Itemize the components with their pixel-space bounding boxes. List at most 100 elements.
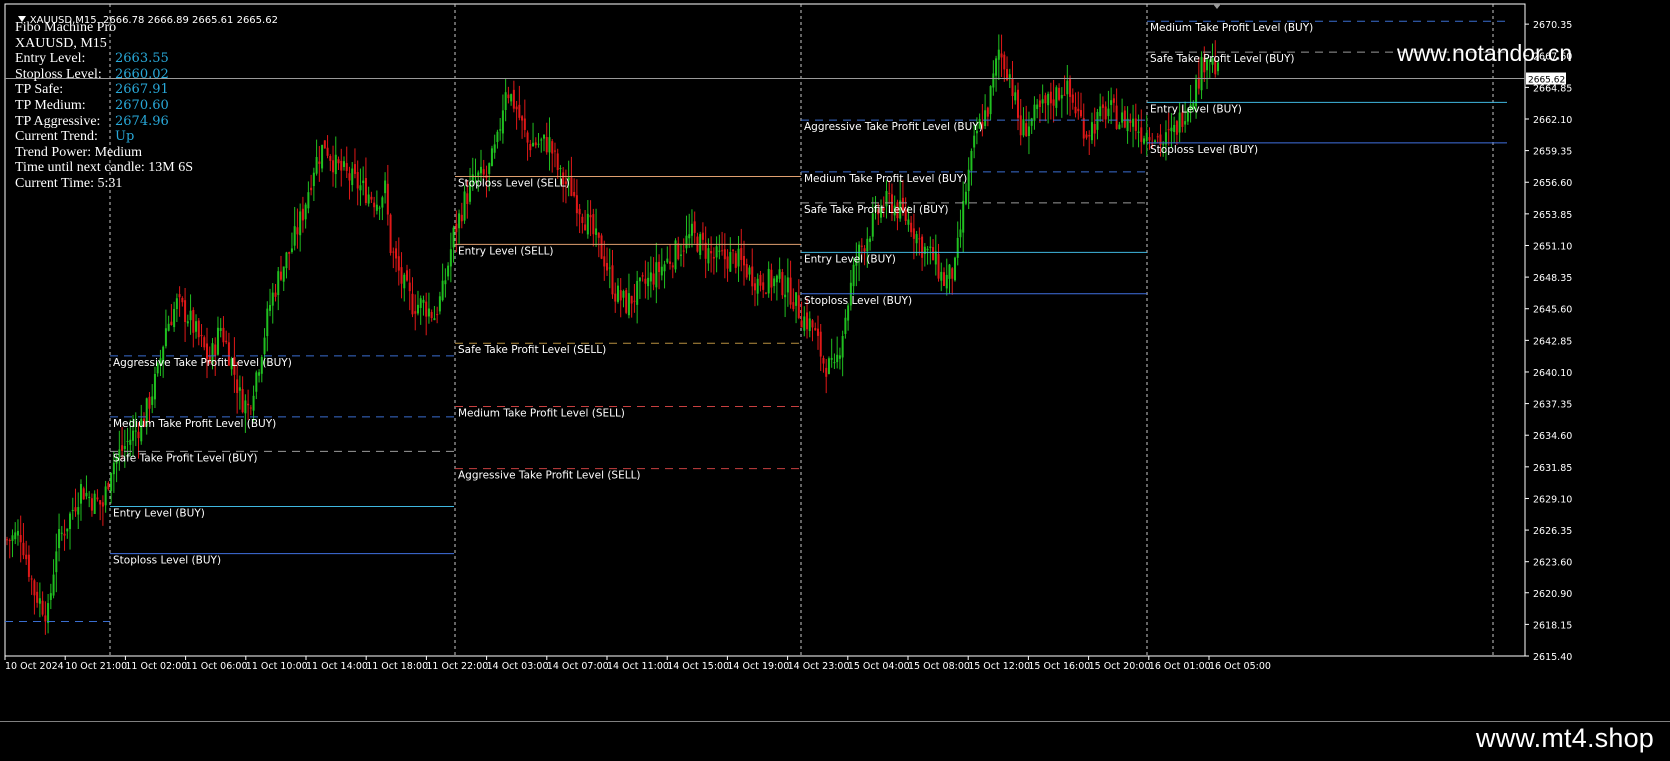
candle-body	[164, 328, 167, 347]
candle-body	[1077, 108, 1080, 112]
candle-body	[669, 261, 672, 264]
candle-body	[400, 267, 403, 284]
candle-body	[816, 328, 819, 336]
candle-body	[1156, 136, 1159, 138]
candle-body	[241, 389, 244, 413]
candle-body	[441, 280, 444, 301]
chart-window[interactable]: Aggressive Take Profit Level (BUY) Medium…	[0, 0, 1670, 722]
candle-body	[592, 214, 595, 235]
indicator-info-panel: Fibo Machine Pro XAUUSD, M15 Entry Level…	[15, 20, 193, 192]
candle-body	[444, 280, 447, 285]
y-tick-label: 2618.15	[1533, 620, 1572, 631]
candle-body	[614, 293, 617, 302]
fibo-level-label: Medium Take Profit Level (SELL)	[458, 407, 625, 419]
candle-body	[408, 282, 411, 292]
candle-body	[340, 160, 343, 171]
candle-body	[603, 256, 606, 267]
candle-body	[290, 248, 293, 252]
candle-body	[721, 250, 724, 252]
candle-body	[822, 357, 825, 364]
candle-body	[1121, 112, 1124, 123]
info-value: 2674.96	[115, 113, 169, 129]
candle-body	[797, 295, 800, 318]
info-row-stoploss: Stoploss Level: 2660.02	[15, 67, 193, 83]
candle-body	[1027, 126, 1030, 137]
candle-body	[734, 253, 737, 268]
candle-body	[1115, 105, 1118, 129]
candle-body	[367, 194, 370, 204]
candle-body	[510, 94, 513, 102]
candle-body	[104, 486, 107, 506]
candle-body	[200, 334, 203, 337]
candle-body	[1044, 95, 1047, 104]
candle-body	[110, 473, 113, 492]
x-tick-label: 11 Oct 02:00	[125, 661, 187, 672]
candle-body	[778, 269, 781, 279]
x-tick-label: 11 Oct 18:00	[366, 661, 428, 672]
candle-body	[959, 229, 962, 238]
x-tick-label: 11 Oct 06:00	[186, 661, 248, 672]
candle-body	[869, 238, 872, 242]
candle-body	[1003, 54, 1006, 70]
candle-body	[1170, 127, 1173, 132]
x-tick-label: 11 Oct 10:00	[246, 661, 308, 672]
candle-body	[1016, 89, 1019, 118]
candle-body	[197, 320, 200, 338]
candle-body	[1074, 106, 1077, 114]
candle-body	[247, 403, 250, 406]
candle-body	[578, 208, 581, 215]
candle-body	[625, 290, 628, 313]
fibo-level-label: Safe Take Profit Level (BUY)	[113, 452, 257, 464]
fibo-level-label: Safe Take Profit Level (SELL)	[458, 344, 606, 356]
candle-body	[545, 136, 548, 153]
candle-body	[745, 264, 748, 278]
candle-body	[490, 148, 493, 167]
candle-body	[753, 283, 756, 291]
fibo-level-label: Entry Level (BUY)	[1150, 103, 1242, 115]
y-tick-label: 2615.40	[1533, 652, 1572, 663]
x-tick-label: 15 Oct 20:00	[1089, 661, 1151, 672]
candle-body	[225, 340, 228, 343]
candle-body	[282, 266, 285, 282]
candle-body	[551, 141, 554, 154]
x-tick-label: 10 Oct 2024	[5, 661, 64, 672]
candle-body	[173, 308, 176, 328]
candle-body	[351, 168, 354, 186]
candle-body	[19, 535, 22, 543]
y-tick-label: 2620.90	[1533, 589, 1572, 600]
candle-body	[693, 221, 696, 233]
candle-body	[649, 272, 652, 282]
candle-body	[1049, 91, 1052, 104]
candle-body	[830, 357, 833, 360]
candle-body	[337, 159, 340, 164]
candle-body	[392, 251, 395, 253]
price-chart[interactable]: Aggressive Take Profit Level (BUY) Medium…	[0, 0, 1670, 722]
x-tick-label: 14 Oct 15:00	[667, 661, 729, 672]
candle-body	[1099, 106, 1102, 117]
candle-body	[304, 204, 307, 220]
candle-body	[384, 180, 387, 194]
candle-body	[836, 354, 839, 363]
candle-body	[1060, 95, 1063, 99]
candle-body	[622, 290, 625, 298]
fibo-level-label: Safe Take Profit Level (BUY)	[1150, 53, 1294, 65]
candle-body	[148, 396, 151, 409]
candle-body	[677, 243, 680, 260]
candle-body	[151, 396, 154, 405]
candle-body	[58, 529, 61, 549]
candle-body	[707, 248, 710, 264]
fibo-level-label: Stoploss Level (BUY)	[1150, 144, 1258, 156]
info-label: TP Medium:	[15, 97, 86, 113]
candle-body	[679, 254, 682, 256]
candle-body	[953, 257, 956, 281]
candle-body	[663, 264, 666, 272]
candle-body	[951, 268, 954, 279]
candle-body	[811, 320, 814, 328]
candle-body	[403, 274, 406, 289]
y-tick-label: 2656.60	[1533, 178, 1572, 189]
candle-body	[460, 214, 463, 222]
candle-body	[932, 247, 935, 261]
watermark-text: www.notandor.cn	[1397, 40, 1573, 66]
candle-body	[25, 554, 28, 560]
candle-body	[819, 331, 822, 357]
